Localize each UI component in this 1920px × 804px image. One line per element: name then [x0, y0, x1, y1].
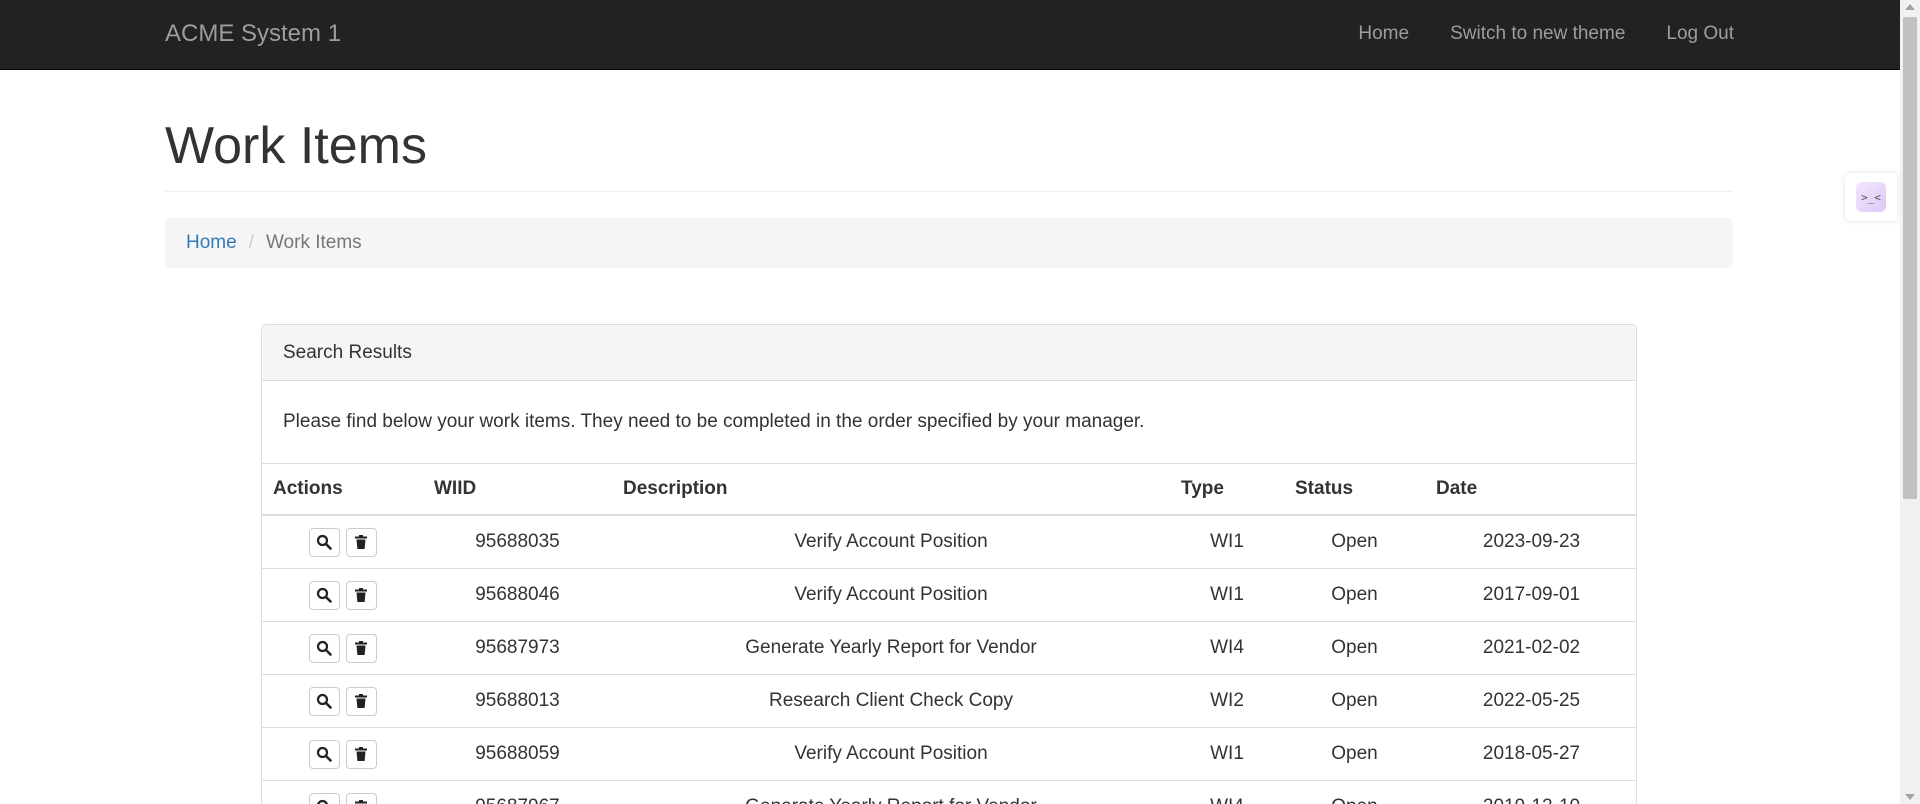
type-cell: WI4	[1170, 621, 1284, 675]
header-divider	[165, 191, 1732, 192]
page-title: Work Items	[165, 117, 427, 175]
view-button[interactable]	[308, 739, 340, 769]
search-icon	[316, 587, 332, 603]
description-cell: Verify Account Position	[612, 568, 1170, 622]
search-results-panel: Search Results Please find below your wo…	[261, 324, 1637, 804]
wiid-cell: 95688059	[423, 727, 612, 781]
view-button[interactable]	[308, 633, 340, 663]
view-button[interactable]	[308, 792, 340, 804]
trash-icon	[355, 641, 367, 655]
view-button[interactable]	[308, 686, 340, 716]
wiid-cell: 95687967	[423, 780, 612, 804]
nav-links: Home Switch to new theme Log Out	[1358, 23, 1734, 45]
trash-icon	[355, 800, 367, 804]
panel-heading: Search Results	[262, 325, 1636, 381]
actions-cell	[262, 621, 423, 675]
breadcrumb: Home / Work Items	[165, 218, 1733, 268]
table-row: 95688013 Research Client Check Copy WI2 …	[262, 674, 1636, 728]
trash-icon	[355, 588, 367, 602]
delete-button[interactable]	[345, 580, 377, 610]
date-cell: 2019-12-10	[1425, 780, 1636, 804]
header-status: Status	[1284, 464, 1425, 516]
header-wiid: WIID	[423, 464, 612, 516]
status-cell: Open	[1284, 515, 1425, 569]
nav-home-link[interactable]: Home	[1358, 23, 1409, 45]
trash-icon	[355, 535, 367, 549]
table-row: 95688059 Verify Account Position WI1 Ope…	[262, 727, 1636, 781]
actions-cell	[262, 568, 423, 622]
wiid-cell: 95688046	[423, 568, 612, 622]
header-type: Type	[1170, 464, 1284, 516]
status-cell: Open	[1284, 621, 1425, 675]
type-cell: WI4	[1170, 780, 1284, 804]
type-cell: WI1	[1170, 515, 1284, 569]
breadcrumb-current: Work Items	[265, 232, 362, 253]
view-button[interactable]	[308, 580, 340, 610]
header-date: Date	[1425, 464, 1636, 516]
wiid-cell: 95688035	[423, 515, 612, 569]
navbar: ACME System 1 Home Switch to new theme L…	[0, 0, 1900, 70]
delete-button[interactable]	[345, 633, 377, 663]
description-cell: Verify Account Position	[612, 727, 1170, 781]
date-cell: 2018-05-27	[1425, 727, 1636, 781]
trash-icon	[355, 747, 367, 761]
delete-button[interactable]	[345, 739, 377, 769]
side-widget[interactable]: >_<	[1845, 173, 1897, 221]
breadcrumb-home-link[interactable]: Home	[186, 232, 237, 254]
header-actions: Actions	[262, 464, 423, 516]
breadcrumb-separator: /	[248, 232, 254, 253]
brand-link[interactable]: ACME System 1	[165, 20, 341, 48]
nav-logout-link[interactable]: Log Out	[1666, 23, 1734, 45]
status-cell: Open	[1284, 674, 1425, 728]
date-cell: 2017-09-01	[1425, 568, 1636, 622]
wiid-cell: 95687973	[423, 621, 612, 675]
actions-cell	[262, 727, 423, 781]
description-cell: Research Client Check Copy	[612, 674, 1170, 728]
search-icon	[316, 640, 332, 656]
vertical-scrollbar[interactable]	[1900, 0, 1920, 804]
status-cell: Open	[1284, 568, 1425, 622]
delete-button[interactable]	[345, 686, 377, 716]
date-cell: 2021-02-02	[1425, 621, 1636, 675]
table-row: 95688035 Verify Account Position WI1 Ope…	[262, 515, 1636, 569]
type-cell: WI1	[1170, 568, 1284, 622]
panel-intro-text: Please find below your work items. They …	[262, 381, 1636, 464]
search-icon	[316, 746, 332, 762]
search-icon	[317, 799, 328, 804]
wiid-cell: 95688013	[423, 674, 612, 728]
trash-icon	[355, 694, 367, 708]
type-cell: WI2	[1170, 674, 1284, 728]
scroll-up-icon[interactable]	[1905, 4, 1915, 10]
description-cell: Verify Account Position	[612, 515, 1170, 569]
actions-cell	[262, 674, 423, 728]
status-cell: Open	[1284, 780, 1425, 804]
work-items-table: Actions WIID Description Type Status Dat…	[262, 464, 1636, 804]
view-button[interactable]	[308, 527, 340, 557]
delete-button[interactable]	[345, 527, 377, 557]
search-icon	[316, 693, 332, 709]
scroll-down-icon[interactable]	[1905, 794, 1915, 800]
nav-switch-theme-link[interactable]: Switch to new theme	[1450, 23, 1625, 45]
description-cell: Generate Yearly Report for Vendor	[612, 621, 1170, 675]
actions-cell	[262, 515, 423, 569]
delete-button[interactable]	[345, 792, 377, 804]
table-header-row: Actions WIID Description Type Status Dat…	[262, 464, 1636, 516]
description-cell: Generate Yearly Report for Vendor	[612, 780, 1170, 804]
table-row: 95687967 Generate Yearly Report for Vend…	[262, 780, 1636, 804]
search-icon	[316, 534, 332, 550]
table-row: 95687973 Generate Yearly Report for Vend…	[262, 621, 1636, 675]
scrollbar-thumb[interactable]	[1903, 17, 1917, 499]
status-cell: Open	[1284, 727, 1425, 781]
terminal-icon: >_<	[1856, 182, 1886, 212]
actions-cell	[262, 780, 423, 804]
date-cell: 2022-05-25	[1425, 674, 1636, 728]
table-row: 95688046 Verify Account Position WI1 Ope…	[262, 568, 1636, 622]
type-cell: WI1	[1170, 727, 1284, 781]
date-cell: 2023-09-23	[1425, 515, 1636, 569]
header-description: Description	[612, 464, 1170, 516]
